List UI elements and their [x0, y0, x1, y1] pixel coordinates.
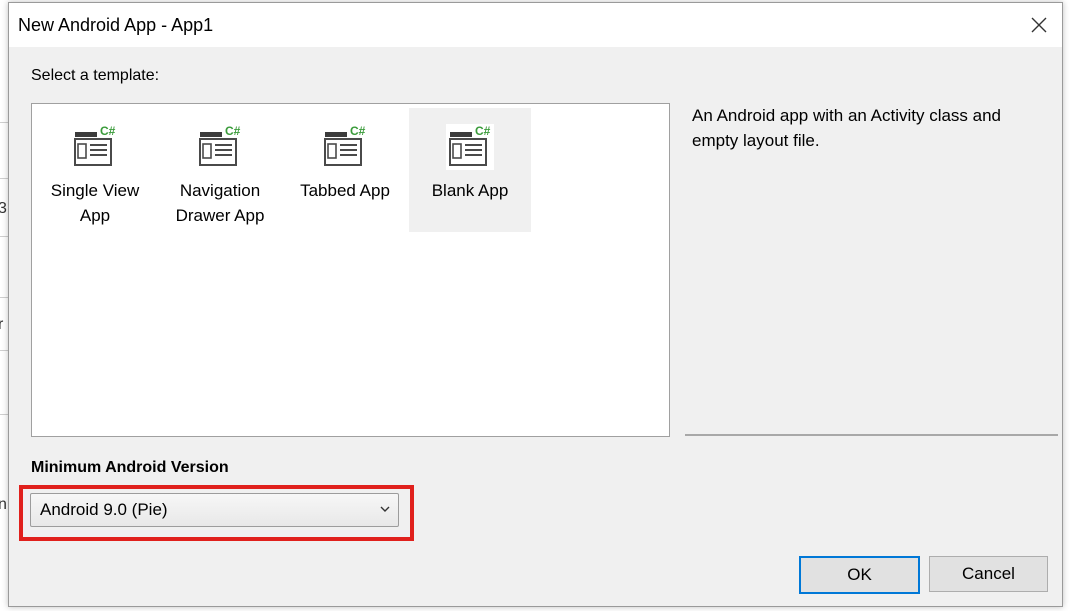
- title-bar: New Android App - App1: [9, 3, 1062, 47]
- min-android-version-dropdown[interactable]: Android 9.0 (Pie): [30, 493, 399, 527]
- new-android-app-dialog: New Android App - App1 Select a template…: [8, 2, 1063, 607]
- template-navigation-drawer-app[interactable]: C# Navigation Drawer App: [159, 108, 281, 232]
- template-label: Blank App: [431, 181, 509, 200]
- svg-text:C#: C#: [100, 124, 116, 138]
- description-divider: [685, 434, 1058, 436]
- csharp-template-icon: C#: [74, 124, 116, 166]
- svg-text:C#: C#: [225, 124, 241, 138]
- close-icon: [1031, 17, 1047, 33]
- svg-text:C#: C#: [475, 124, 491, 138]
- window-title: New Android App - App1: [18, 15, 214, 35]
- ok-button[interactable]: OK: [799, 556, 920, 594]
- background-text: 3: [0, 200, 7, 217]
- background-text: n: [0, 496, 7, 513]
- csharp-template-icon: C#: [199, 124, 241, 166]
- template-blank-app[interactable]: C# Blank App: [409, 108, 531, 232]
- csharp-template-icon: C#: [446, 124, 494, 170]
- svg-text:C#: C#: [350, 124, 366, 138]
- template-label: Tabbed App: [300, 181, 390, 200]
- template-description: An Android app with an Activity class an…: [692, 106, 1002, 150]
- min-android-version-label: Minimum Android Version: [31, 459, 229, 476]
- template-label: Single View: [50, 181, 140, 200]
- select-template-label: Select a template:: [31, 67, 160, 84]
- template-tabbed-app[interactable]: C# Tabbed App: [284, 108, 406, 232]
- csharp-template-icon: C#: [324, 124, 366, 166]
- background-text: r: [0, 316, 4, 333]
- template-list[interactable]: C# Single View App C# Navigation Drawer …: [31, 103, 670, 437]
- template-label: Drawer App: [175, 206, 265, 225]
- close-button[interactable]: [1026, 12, 1052, 38]
- template-single-view-app[interactable]: C# Single View App: [34, 108, 156, 232]
- template-label: Navigation: [179, 181, 261, 200]
- dropdown-selected-value: Android 9.0 (Pie): [40, 500, 168, 519]
- chevron-down-icon: [380, 506, 390, 512]
- template-label: App: [79, 206, 111, 225]
- cancel-button[interactable]: Cancel: [929, 556, 1048, 592]
